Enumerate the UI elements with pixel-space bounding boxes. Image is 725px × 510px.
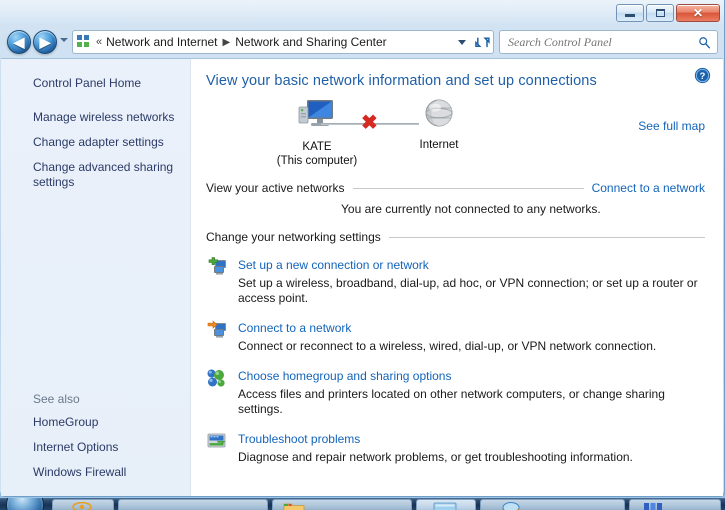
taskbar-item-4[interactable] (480, 499, 625, 510)
breadcrumb-item-network-and-internet[interactable]: Network and Internet (106, 35, 217, 49)
task-body: Troubleshoot problems Diagnose and repai… (232, 430, 705, 465)
see-also-section: See also HomeGroup Internet Options Wind… (1, 390, 191, 485)
folder-icon (283, 502, 305, 510)
network-node-computer[interactable]: KATE (This computer) (262, 97, 372, 168)
troubleshoot-icon (206, 430, 232, 465)
globe-icon (422, 97, 456, 131)
sidebar-item-internet-options[interactable]: Internet Options (1, 435, 191, 460)
homegroup-icon (206, 367, 232, 417)
forward-button[interactable]: ▶ (33, 30, 57, 54)
connection-broken-icon: ✖ (361, 113, 378, 133)
maximize-button[interactable] (646, 4, 674, 22)
app-icon (642, 502, 664, 510)
sidebar-item-homegroup[interactable]: HomeGroup (1, 410, 191, 435)
sidebar-item-windows-firewall[interactable]: Windows Firewall (1, 460, 191, 485)
svg-text:?: ? (700, 71, 706, 81)
page-title: View your basic network information and … (206, 73, 705, 91)
back-button[interactable]: ◀ (7, 30, 31, 54)
caption-button-group: ✕ (616, 4, 720, 22)
taskbar-item-5[interactable] (629, 499, 721, 510)
breadcrumb-overflow-chevron[interactable]: « (96, 36, 102, 48)
task-body: Choose homegroup and sharing options Acc… (232, 367, 705, 417)
sidebar-item-manage-wireless-networks[interactable]: Manage wireless networks (1, 105, 191, 130)
see-also-heading: See also (1, 390, 191, 410)
media-player-icon (71, 502, 93, 510)
computer-name-label: KATE (262, 140, 372, 154)
see-full-map-link[interactable]: See full map (638, 119, 705, 133)
task-title-troubleshoot-problems[interactable]: Troubleshoot problems (238, 432, 360, 447)
explorer-window: ✕ ◀ ▶ « Network and Internet ▶ Network a… (0, 0, 725, 497)
sidebar-task-list: Control Panel Home Manage wireless netwo… (1, 71, 191, 195)
taskbar (0, 497, 725, 510)
active-networks-header: View your active networks Connect to a n… (206, 181, 705, 195)
task-description: Connect or reconnect to a wireless, wire… (238, 339, 703, 354)
search-box[interactable] (499, 30, 718, 54)
browser-icon (499, 502, 523, 510)
connect-to-a-network-link[interactable]: Connect to a network (592, 181, 705, 195)
recent-pages-button[interactable] (60, 38, 68, 42)
task-title-connect-to-a-network[interactable]: Connect to a network (238, 321, 351, 336)
task-item[interactable]: Choose homegroup and sharing options Acc… (206, 367, 705, 417)
task-description: Access files and printers located on oth… (238, 387, 703, 417)
address-bar-row: ◀ ▶ « Network and Internet ▶ Network and… (0, 26, 725, 58)
network-map: KATE (This computer) ✖ (206, 97, 705, 175)
breadcrumb-separator-icon[interactable]: ▶ (218, 37, 236, 48)
sidebar-item-control-panel-home[interactable]: Control Panel Home (1, 71, 191, 105)
minimize-button[interactable] (616, 4, 644, 22)
internet-label: Internet (394, 138, 484, 152)
task-item[interactable]: Set up a new connection or network Set u… (206, 256, 705, 306)
breadcrumb[interactable]: « Network and Internet ▶ Network and Sha… (72, 30, 472, 54)
connect-network-icon (206, 319, 232, 354)
taskbar-item-3[interactable] (416, 499, 476, 510)
change-settings-header: Change your networking settings (206, 230, 705, 244)
section-divider (353, 188, 584, 189)
no-networks-status: You are currently not connected to any n… (206, 202, 705, 216)
back-arrow-icon: ◀ (14, 35, 25, 49)
sidebar-item-change-adapter-settings[interactable]: Change adapter settings (1, 130, 191, 155)
task-description: Set up a wireless, broadband, dial-up, a… (238, 276, 703, 306)
chevron-down-icon (458, 40, 466, 45)
taskbar-item-2[interactable] (272, 499, 412, 510)
refresh-icon (475, 35, 490, 50)
search-input[interactable] (506, 34, 698, 51)
task-title-choose-homegroup-and-sharing-options[interactable]: Choose homegroup and sharing options (238, 369, 451, 384)
taskbar-item-1[interactable] (118, 499, 268, 510)
task-body: Set up a new connection or network Set u… (232, 256, 705, 306)
network-window-icon (433, 502, 457, 510)
network-node-internet[interactable]: Internet (394, 97, 484, 152)
maximize-icon (656, 9, 665, 17)
minimize-icon (625, 14, 635, 17)
search-icon (698, 36, 711, 49)
address-dropdown-button[interactable] (452, 30, 472, 54)
help-button[interactable]: ? (694, 67, 711, 89)
help-icon: ? (694, 67, 711, 84)
active-networks-heading: View your active networks (206, 181, 345, 195)
taskbar-quicklaunch-1[interactable] (52, 499, 114, 510)
close-button[interactable]: ✕ (676, 4, 720, 22)
refresh-button[interactable] (472, 30, 494, 54)
start-button[interactable] (6, 497, 44, 510)
content-pane: ? View your basic network information an… (192, 59, 723, 496)
task-title-set-up-a-new-connection-or-network[interactable]: Set up a new connection or network (238, 258, 429, 273)
computer-this-computer-label: (This computer) (262, 154, 372, 168)
title-bar: ✕ (0, 0, 725, 25)
task-list: Set up a new connection or network Set u… (206, 256, 705, 465)
sidebar-item-change-advanced-sharing-settings[interactable]: Change advanced sharing settings (1, 155, 191, 195)
network-location-icon (77, 35, 91, 49)
task-description: Diagnose and repair network problems, or… (238, 450, 703, 465)
breadcrumb-item-network-and-sharing-center[interactable]: Network and Sharing Center (235, 35, 386, 49)
forward-arrow-icon: ▶ (40, 35, 51, 49)
close-icon: ✕ (693, 7, 703, 19)
task-item[interactable]: Troubleshoot problems Diagnose and repai… (206, 430, 705, 465)
change-settings-heading: Change your networking settings (206, 230, 381, 244)
new-connection-icon (206, 256, 232, 306)
task-body: Connect to a network Connect or reconnec… (232, 319, 705, 354)
navigation-sidebar: Control Panel Home Manage wireless netwo… (1, 59, 191, 496)
task-item[interactable]: Connect to a network Connect or reconnec… (206, 319, 705, 354)
section-divider (389, 237, 705, 238)
client-area: Control Panel Home Manage wireless netwo… (1, 58, 723, 496)
